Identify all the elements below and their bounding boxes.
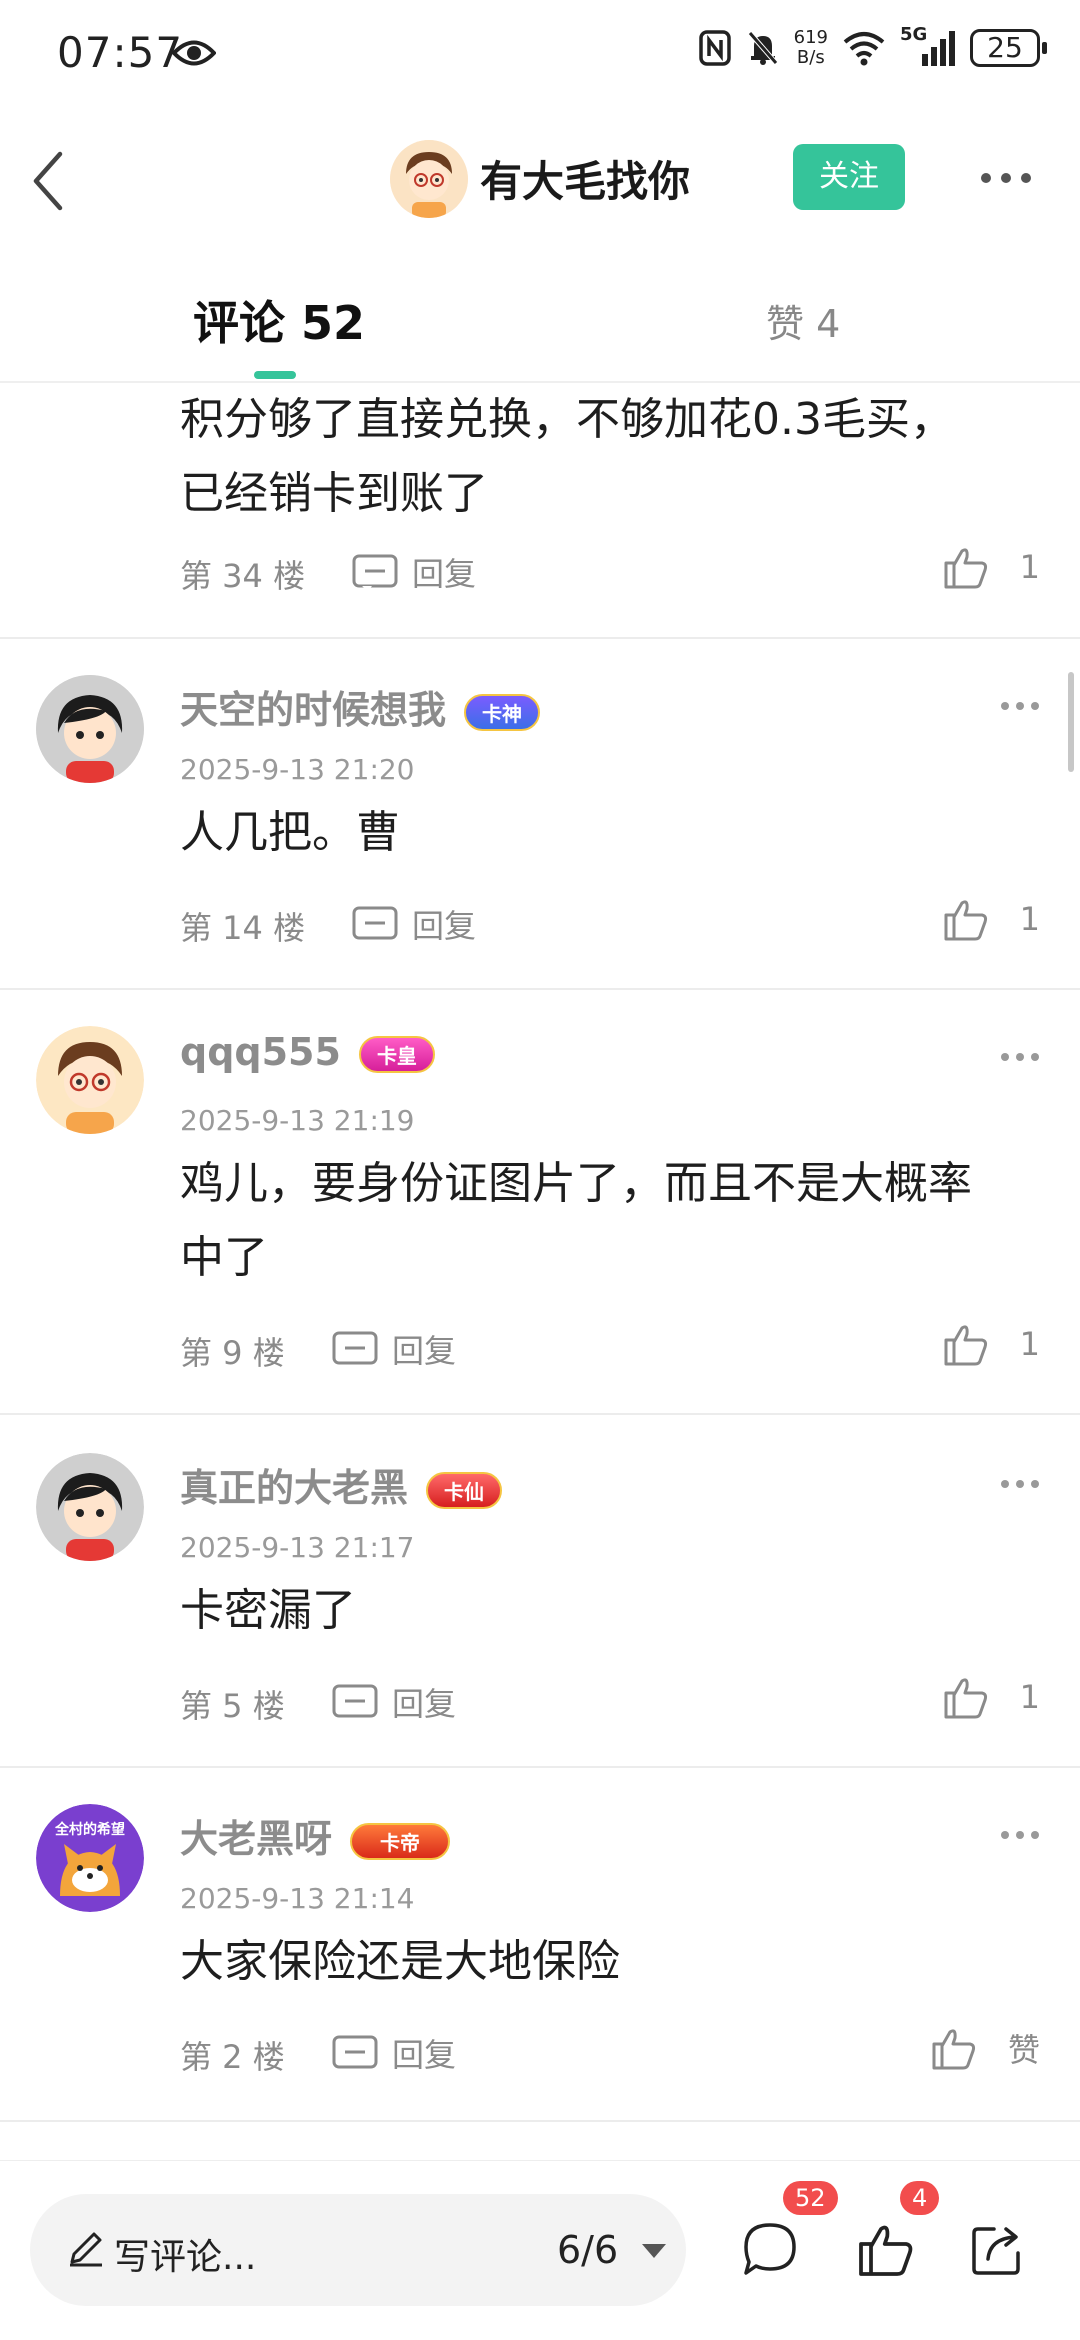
comment-username[interactable]: 真正的大老黑 卡仙 <box>180 1457 503 1512</box>
level-badge: 卡神 <box>464 694 541 731</box>
eye-icon <box>172 40 216 66</box>
thumbs-up-icon[interactable] <box>856 2219 916 2279</box>
cartoon-boy-avatar-icon <box>36 1026 144 1134</box>
status-bar: 07:57 619 B/s 5G 25 <box>0 0 1080 108</box>
comment-more-icon[interactable] <box>1000 701 1040 711</box>
comment-text: 积分够了直接兑换，不够加花0.3毛买， 已经销卡到账了 <box>180 394 954 519</box>
active-tab-indicator <box>254 371 296 379</box>
comment-text: 人几把。曹 <box>180 807 400 858</box>
floor-number: 第 2 楼 <box>180 2038 285 2076</box>
reply-button[interactable]: 回复 <box>332 1326 456 1372</box>
comment-count-badge: 52 <box>783 2181 838 2215</box>
tab-comments[interactable]: 评论 52 <box>193 287 365 353</box>
like-button[interactable]: 1 <box>942 1673 1040 1721</box>
comment-bubble-icon[interactable] <box>740 2219 800 2279</box>
comment-time: 2025-9-13 21:17 <box>180 1531 415 1564</box>
scrollbar[interactable] <box>1068 672 1074 772</box>
reply-icon <box>332 2035 378 2069</box>
share-icon[interactable] <box>968 2219 1028 2279</box>
floor-number: 第 14 楼 <box>180 909 306 947</box>
signal-icon <box>922 31 955 66</box>
comment-item: qqq555 卡皇 2025-9-13 21:19 鸡儿，要身份证图片了，而且不是… <box>0 992 1080 1415</box>
thumbs-up-icon <box>944 548 987 589</box>
reply-icon <box>352 906 398 940</box>
floor-number: 第 9 楼 <box>180 1334 285 1372</box>
like-button[interactable]: 赞 <box>930 2024 1040 2072</box>
user-avatar[interactable] <box>36 1026 144 1134</box>
comment-item: 全村的希望 大老黑呀 卡帝 2025-9-13 21:14 大家保险还是大地保险 … <box>0 1770 1080 2122</box>
comment-input[interactable]: 写评论... 6/6 <box>30 2194 686 2306</box>
reply-button[interactable]: 回复 <box>332 1679 456 1725</box>
author-avatar[interactable] <box>390 140 468 218</box>
comment-item: 积分够了直接兑换，不够加花0.3毛买， 已经销卡到账了 第 34 楼 回复 1 <box>0 383 1080 639</box>
comment-text: 大家保险还是大地保险 <box>180 1936 620 1987</box>
cartoon-boy-avatar-icon <box>390 140 468 218</box>
comment-more-icon[interactable] <box>1000 1830 1040 1840</box>
comment-username[interactable]: qqq555 卡皇 <box>180 1030 435 1074</box>
mute-bell-icon <box>747 31 778 65</box>
level-badge: 卡仙 <box>426 1472 503 1509</box>
author-name[interactable]: 有大毛找你 <box>480 148 690 209</box>
reply-icon <box>352 554 398 591</box>
comment-more-icon[interactable] <box>1000 1479 1040 1489</box>
caret-down-icon[interactable] <box>640 2242 668 2260</box>
floor-number: 第 5 楼 <box>180 1687 285 1725</box>
pencil-icon <box>70 2232 102 2267</box>
cellular-signal: 5G <box>900 24 956 68</box>
nfc-icon <box>698 30 731 66</box>
post-header: 有大毛找你 关注 <box>0 120 1080 240</box>
thumbs-up-icon <box>932 2029 976 2070</box>
bottom-action-bar: 写评论... 6/6 52 4 <box>0 2160 1080 2340</box>
battery-indicator: 25 <box>970 29 1047 67</box>
level-badge: 卡皇 <box>358 1036 435 1073</box>
thumbs-up-icon <box>944 1325 987 1366</box>
comment-username[interactable]: 大老黑呀 卡帝 <box>180 1808 451 1863</box>
comment-item: 真正的大老黑 卡仙 2025-9-13 21:17 卡密漏了 第 5 楼 回复 1 <box>0 1417 1080 1768</box>
comment-text: 卡密漏了 <box>180 1585 356 1636</box>
avatar-text: 全村的希望 <box>54 1821 125 1838</box>
like-count-badge: 4 <box>900 2181 940 2215</box>
reply-button[interactable]: 回复 <box>352 549 476 595</box>
wifi-icon <box>843 32 885 66</box>
comment-more-icon[interactable] <box>1000 1052 1040 1062</box>
reply-icon <box>332 1331 378 1365</box>
comment-time: 2025-9-13 21:14 <box>180 1882 415 1915</box>
comment-tabs: 评论 52 赞 4 <box>0 265 1080 383</box>
reply-button[interactable]: 回复 <box>332 2030 456 2076</box>
status-icons: 619 B/s 5G 25 <box>698 24 1047 68</box>
back-arrow-icon[interactable] <box>22 146 82 216</box>
cartoon-girl-avatar-icon <box>36 1453 144 1561</box>
user-avatar[interactable]: 全村的希望 <box>36 1804 144 1912</box>
like-button[interactable]: 1 <box>942 543 1040 591</box>
status-time: 07:57 <box>57 28 184 77</box>
reply-icon <box>332 1684 378 1718</box>
user-avatar[interactable] <box>36 675 144 783</box>
follow-button[interactable]: 关注 <box>793 144 905 210</box>
floor-number: 第 34 楼 <box>180 557 306 595</box>
more-options-icon[interactable] <box>978 168 1034 188</box>
tab-likes[interactable]: 赞 4 <box>766 293 840 348</box>
comment-time: 2025-9-13 21:20 <box>180 753 415 786</box>
comment-item: 天空的时候想我 卡神 2025-9-13 21:20 人几把。曹 第 14 楼 回… <box>0 641 1080 990</box>
comment-text: 鸡儿，要身份证图片了，而且不是大概率 中了 <box>180 1158 972 1283</box>
page-indicator[interactable]: 6/6 <box>557 2228 618 2272</box>
reply-button[interactable]: 回复 <box>352 901 476 947</box>
shiba-dog-avatar-icon: 全村的希望 <box>36 1804 144 1912</box>
like-button[interactable]: 1 <box>942 895 1040 943</box>
level-badge: 卡帝 <box>350 1823 451 1860</box>
thumbs-up-icon <box>944 900 987 941</box>
cartoon-girl-avatar-icon <box>36 675 144 783</box>
like-button[interactable]: 1 <box>942 1320 1040 1368</box>
comment-placeholder: 写评论... <box>114 2237 257 2278</box>
user-avatar[interactable] <box>36 1453 144 1561</box>
thumbs-up-icon <box>944 1678 987 1719</box>
comment-username[interactable]: 天空的时候想我 卡神 <box>180 679 541 734</box>
comment-time: 2025-9-13 21:19 <box>180 1104 415 1137</box>
net-speed: 619 B/s <box>793 27 828 68</box>
